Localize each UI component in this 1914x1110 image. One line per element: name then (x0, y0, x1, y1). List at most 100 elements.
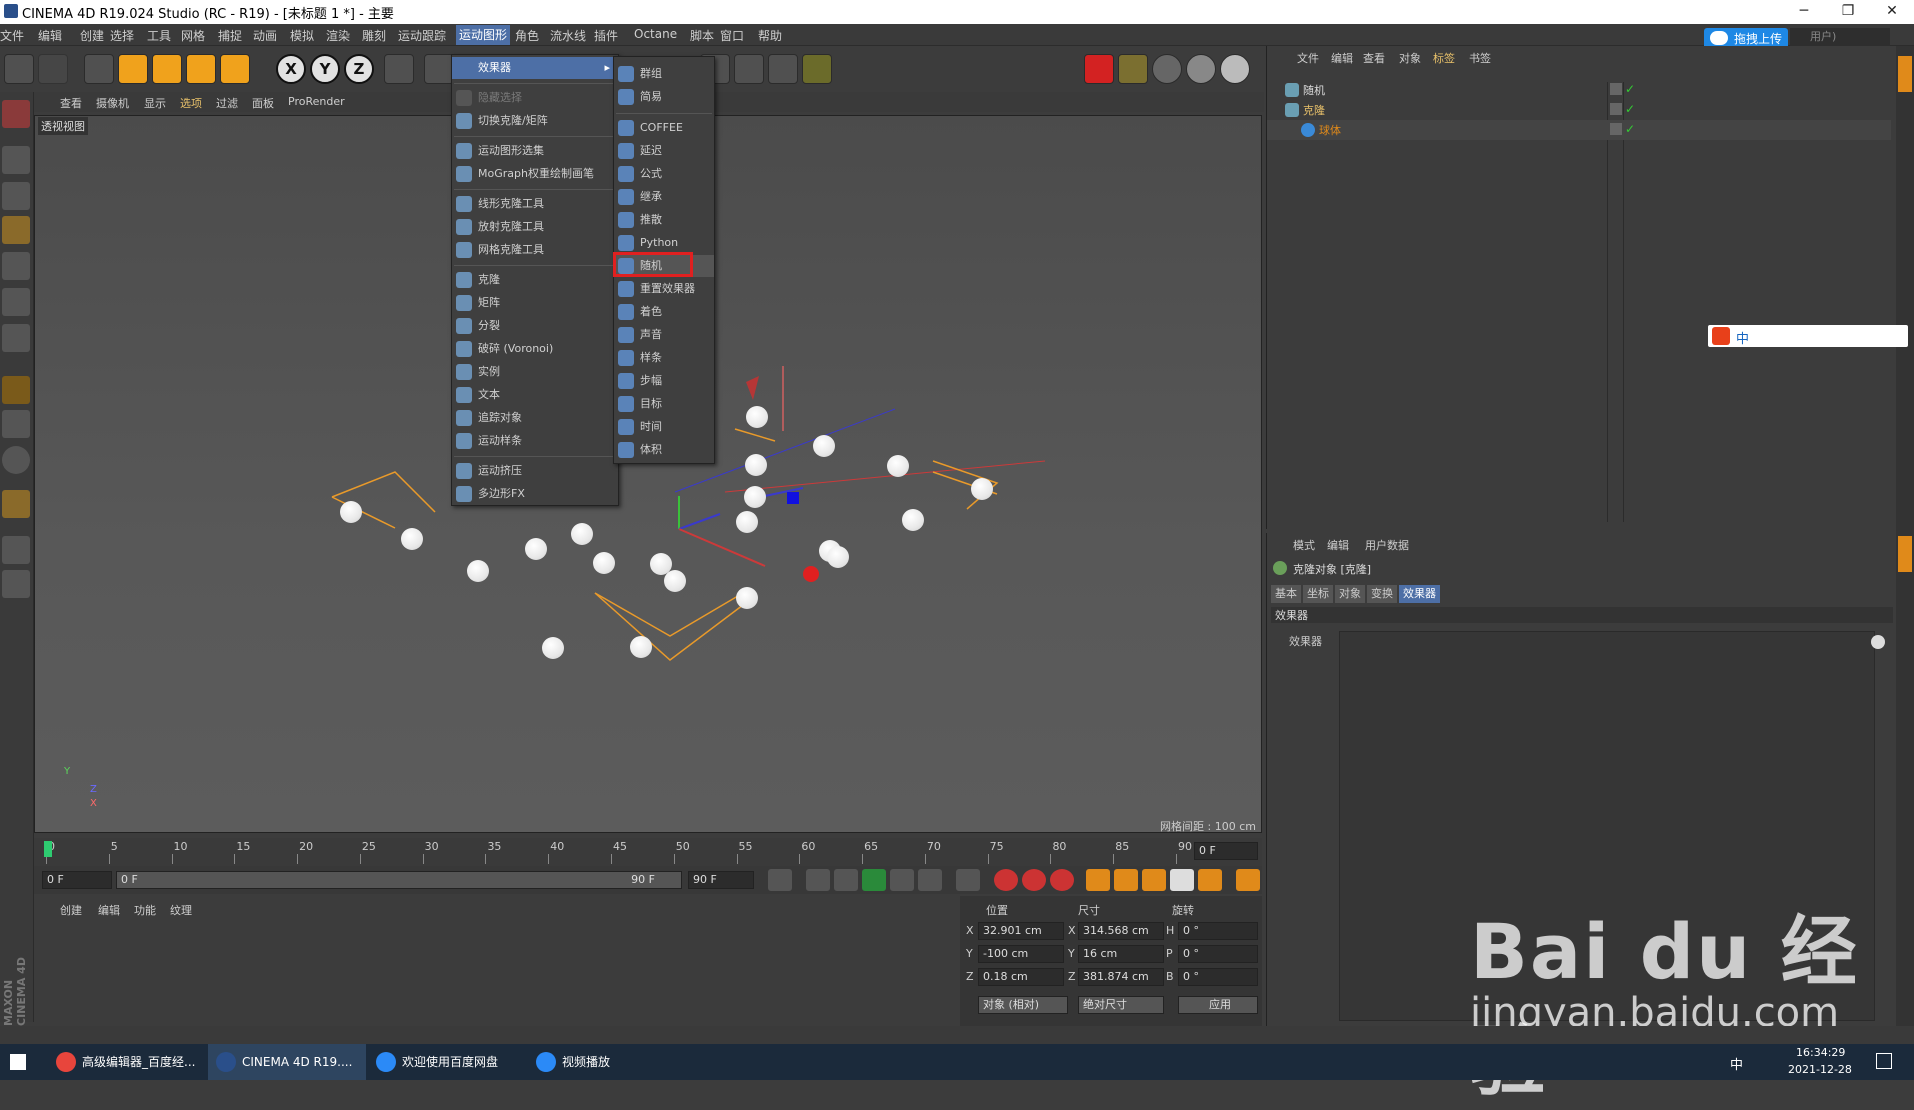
attributes-tab[interactable] (1898, 536, 1912, 572)
param-key-icon[interactable] (1170, 869, 1194, 891)
rotation-field[interactable]: 0 ° (1178, 922, 1258, 940)
notification-icon[interactable] (1876, 1053, 1892, 1069)
redo-icon[interactable] (38, 54, 68, 84)
clock-date[interactable]: 2021-12-28 (1788, 1063, 1852, 1076)
key-help-icon[interactable] (1050, 869, 1074, 891)
record-key-icon[interactable] (994, 869, 1018, 891)
object-menu-item[interactable]: 文件 (1297, 50, 1319, 66)
mograph-menu-item[interactable]: 运动图形选集 (452, 140, 618, 162)
mograph-menu-item[interactable]: 实例 (452, 361, 618, 383)
size-field[interactable]: 381.874 cm (1078, 968, 1164, 986)
mograph-menu-item[interactable]: 隐藏选择 (452, 87, 618, 109)
close-button[interactable]: ✕ (1870, 0, 1914, 24)
position-field[interactable]: -100 cm (978, 945, 1064, 963)
mograph-menu-item[interactable]: 线形克隆工具 (452, 193, 618, 215)
pick-icon[interactable] (1871, 635, 1885, 649)
light-icon[interactable] (802, 54, 832, 84)
pla-key-icon[interactable] (1198, 869, 1222, 891)
object-menu-item[interactable]: 书签 (1469, 50, 1491, 66)
attribute-menu-item[interactable]: 编辑 (1327, 537, 1349, 553)
viewport-menu-item[interactable]: 查看 (60, 95, 82, 111)
viewport-menu-item[interactable]: 摄像机 (96, 95, 129, 111)
mograph-menu-item[interactable]: 破碎 (Voronoi) (452, 338, 618, 360)
symmetry-icon[interactable] (2, 536, 30, 564)
viewport-menu-item[interactable]: ProRender (288, 95, 345, 108)
menu-7[interactable]: 动画 (253, 27, 277, 44)
viewport-menu-item[interactable]: 面板 (252, 95, 274, 111)
effector-menu-item[interactable]: 体积 (614, 439, 714, 461)
object-row[interactable]: 随机 ✓ (1267, 80, 1891, 100)
ime-indicator[interactable]: 中 (1730, 1054, 1743, 1073)
effector-menu-item[interactable]: 重置效果器 (614, 278, 714, 300)
sketch-icon[interactable] (2, 100, 30, 128)
effector-menu-item[interactable]: Python (614, 232, 714, 254)
timeline-icon[interactable] (1236, 869, 1260, 891)
effector-menu-item[interactable]: 目标 (614, 393, 714, 415)
effector-menu-item[interactable]: 简易 (614, 86, 714, 108)
sky-icon[interactable] (1186, 54, 1216, 84)
mograph-menu-item[interactable]: 运动挤压 (452, 460, 618, 482)
attribute-tab[interactable]: 效果器 (1399, 585, 1440, 603)
size-field[interactable]: 314.568 cm (1078, 922, 1164, 940)
timeline-ruler[interactable]: 051015202530354045505560657075808590 (34, 838, 1262, 866)
select-tool-icon[interactable] (84, 54, 114, 84)
move-tool-icon[interactable] (118, 54, 148, 84)
mograph-menu-item[interactable]: 追踪对象 (452, 407, 618, 429)
effector-menu-item[interactable]: 样条 (614, 347, 714, 369)
object-menu-item[interactable]: 标签 (1433, 50, 1455, 66)
go-start-icon[interactable] (768, 869, 792, 891)
axis-mode-icon[interactable] (2, 376, 30, 404)
playhead[interactable] (44, 841, 52, 857)
viewport-menu-item[interactable]: 选项 (180, 95, 202, 111)
rotation-field[interactable]: 0 ° (1178, 968, 1258, 986)
x-axis-button[interactable]: X (276, 54, 306, 84)
mograph-menu-item[interactable]: 多边形FX (452, 483, 618, 505)
start-frame-field[interactable]: 0 F (42, 871, 112, 889)
task-video[interactable]: 视频播放 (528, 1044, 686, 1080)
mograph-menu-item[interactable]: MoGraph权重绘制画笔 (452, 163, 618, 185)
magnet-icon[interactable] (2, 490, 30, 518)
current-frame-field[interactable]: 0 F (1194, 842, 1258, 860)
end-frame-field[interactable]: 90 F (688, 871, 754, 889)
polygons-mode-icon[interactable] (2, 324, 30, 352)
range-slider[interactable]: 0 F 90 F (116, 871, 682, 889)
viewport-menu-item[interactable]: 过滤 (216, 95, 238, 111)
object-menu-item[interactable]: 编辑 (1331, 50, 1353, 66)
effector-menu-item[interactable]: 步幅 (614, 370, 714, 392)
background-icon[interactable] (1220, 54, 1250, 84)
viewport-menu-item[interactable]: 显示 (144, 95, 166, 111)
coord-mode-dropdown[interactable]: 对象 (相对) (978, 996, 1068, 1014)
menu-15[interactable]: 插件 (594, 27, 618, 44)
visibility-icon[interactable] (1610, 123, 1622, 135)
rotate-tool-icon[interactable] (186, 54, 216, 84)
enabled-check-icon[interactable]: ✓ (1625, 122, 1635, 136)
task-chrome[interactable]: 高级编辑器_百度经... (48, 1044, 206, 1080)
enabled-check-icon[interactable]: ✓ (1625, 82, 1635, 96)
object-menu-item[interactable]: 查看 (1363, 50, 1385, 66)
material-menu-item[interactable]: 功能 (134, 902, 156, 918)
attribute-tab[interactable]: 变换 (1367, 585, 1397, 603)
effector-menu-item[interactable]: 声音 (614, 324, 714, 346)
tweak-mode-icon[interactable] (2, 410, 30, 438)
effector-menu-item[interactable]: 时间 (614, 416, 714, 438)
menu-6[interactable]: 捕捉 (218, 27, 242, 44)
menu-4[interactable]: 工具 (147, 27, 171, 44)
menu-17[interactable]: 脚本 (690, 27, 714, 44)
prev-key-icon[interactable] (806, 869, 830, 891)
play-icon[interactable] (862, 869, 886, 891)
points-mode-icon[interactable] (2, 252, 30, 280)
effector-menu-item[interactable]: COFFEE (614, 117, 714, 139)
effector-menu-item[interactable]: 着色 (614, 301, 714, 323)
position-field[interactable]: 32.901 cm (978, 922, 1064, 940)
object-row[interactable]: 克隆 ✓ (1267, 100, 1891, 120)
menu-0[interactable]: 文件 (0, 27, 24, 44)
attribute-tab[interactable]: 基本 (1271, 585, 1301, 603)
enabled-check-icon[interactable]: ✓ (1625, 102, 1635, 116)
menu-16[interactable]: Octane (634, 27, 677, 41)
model-mode-icon[interactable] (2, 146, 30, 174)
menu-18[interactable]: 窗口 (720, 27, 744, 44)
task-baidu-netdisk[interactable]: 欢迎使用百度网盘 (368, 1044, 526, 1080)
scale-key-icon[interactable] (1114, 869, 1138, 891)
rotation-field[interactable]: 0 ° (1178, 945, 1258, 963)
menu-19[interactable]: 帮助 (758, 27, 782, 44)
